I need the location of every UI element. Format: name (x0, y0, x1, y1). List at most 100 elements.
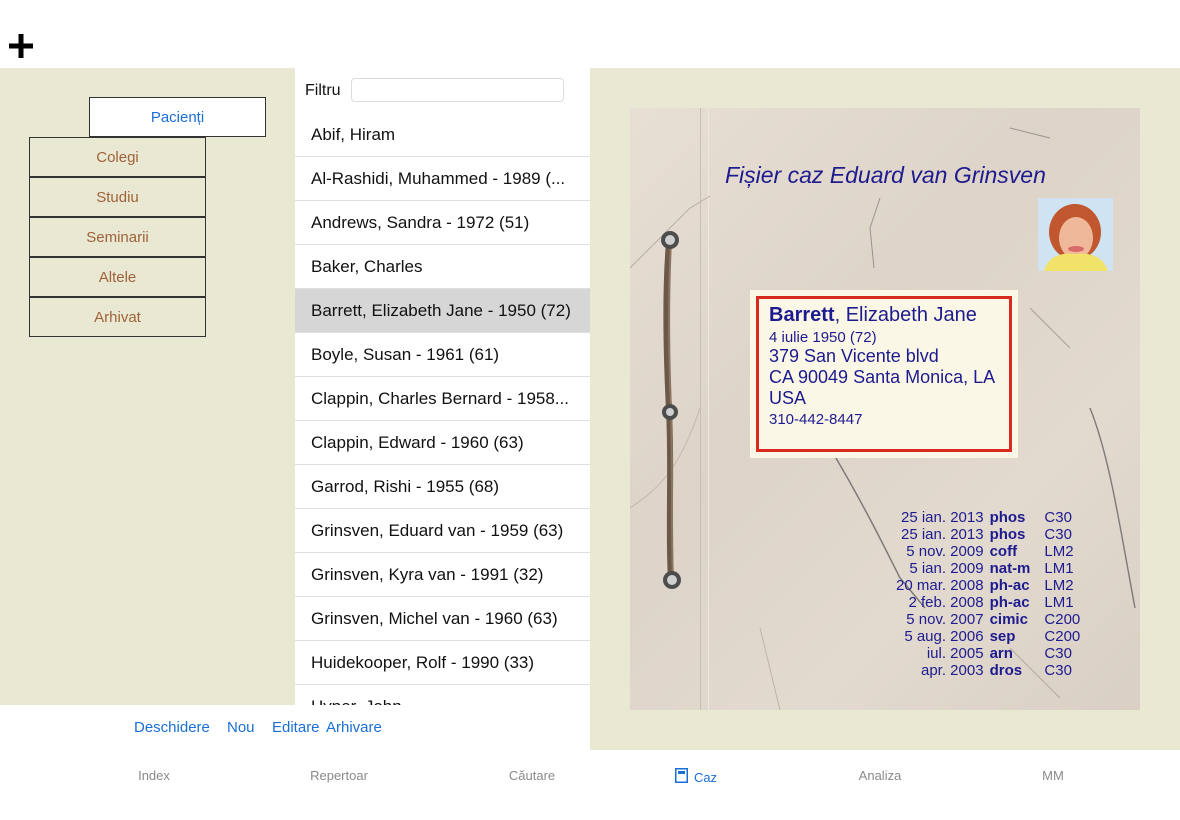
consultation-remedy: phos (989, 526, 1026, 543)
consultation-remedy: nat-m (989, 560, 1031, 577)
tab-analysis[interactable]: Analiza (820, 768, 940, 783)
archive-button[interactable]: Arhivare (326, 719, 382, 736)
tab-repertory-label: Repertoar (310, 768, 368, 783)
tab-colegi[interactable]: Colegi (29, 137, 206, 177)
consultation-remedy: sep (989, 628, 1016, 645)
patient-row[interactable]: Grinsven, Kyra van - 1991 (32) (295, 553, 590, 597)
consultation-row[interactable]: 2 feb. 2008 ph-ac LM1 (896, 594, 1080, 611)
patient-row[interactable]: Baker, Charles (295, 245, 590, 289)
consultation-row[interactable]: 25 ian. 2013 phos C30 (896, 526, 1080, 543)
category-panel: Pacienți Colegi Studiu Seminarii Altele … (0, 68, 295, 705)
tab-repertory[interactable]: Repertoar (279, 768, 399, 783)
consultation-remedy: cimic (989, 611, 1028, 628)
patient-row[interactable]: Huidekooper, Rolf - 1990 (33) (295, 641, 590, 685)
patient-photo[interactable] (1038, 198, 1113, 271)
patient-photo-image (1038, 198, 1113, 271)
patient-address-line: 379 San Vicente blvd (769, 346, 939, 366)
consultation-remedy: coff (989, 543, 1018, 560)
case-file-title: Fișier caz Eduard van Grinsven (725, 162, 1046, 188)
patient-address-line: CA 90049 Santa Monica, LA (769, 367, 996, 387)
patient-row[interactable]: Clappin, Charles Bernard - 1958... (295, 377, 590, 421)
patient-row[interactable]: Abif, Hiram (295, 113, 590, 157)
patient-row[interactable]: Hyper, John (295, 685, 590, 705)
consultation-table: 25 ian. 2013 phos C30 25 ian. 2013 phos C30 5 … (896, 509, 1080, 679)
consultation-remedy: ph-ac (989, 594, 1030, 611)
consultation-row[interactable]: 25 ian. 2013 phos C30 (896, 509, 1080, 526)
consultation-potency: C30 (1044, 662, 1072, 679)
tab-index[interactable]: Index (94, 768, 214, 783)
patient-details: Barrett, Elizabeth Jane 4 iulie 1950 (72… (769, 304, 995, 428)
consultation-remedy: dros (989, 662, 1023, 679)
patient-row[interactable]: Grinsven, Michel van - 1960 (63) (295, 597, 590, 641)
patient-row[interactable]: Clappin, Edward - 1960 (63) (295, 421, 590, 465)
consultation-date: 5 ian. 2009 (909, 560, 984, 577)
consultation-potency: C200 (1044, 611, 1081, 628)
tab-pacienti[interactable]: Pacienți (89, 97, 266, 137)
consultation-row[interactable]: 20 mar. 2008 ph-ac LM2 (896, 577, 1080, 594)
consultation-row[interactable]: 5 aug. 2006 sep C200 (896, 628, 1080, 645)
tab-search[interactable]: Căutare (472, 768, 592, 783)
consultation-date: iul. 2005 (926, 645, 984, 662)
tab-studiu[interactable]: Studiu (29, 177, 206, 217)
patient-given-names: , Elizabeth Jane (834, 304, 977, 326)
consultation-potency: C200 (1044, 628, 1081, 645)
consultation-date: 5 nov. 2009 (906, 543, 984, 560)
new-button[interactable]: Nou (227, 719, 255, 736)
filter-label: Filtru (305, 82, 341, 99)
consultation-potency: C30 (1044, 526, 1072, 543)
tab-mm[interactable]: MM (993, 768, 1113, 783)
patient-row[interactable]: Garrod, Rishi - 1955 (68) (295, 465, 590, 509)
tab-altele[interactable]: Altele (29, 257, 206, 297)
filter-input[interactable] (351, 78, 564, 102)
consultation-potency: C30 (1044, 645, 1072, 662)
patient-phone: 310-442-8447 (769, 411, 863, 428)
tab-mm-label: MM (1042, 768, 1064, 783)
patient-row[interactable]: Barrett, Elizabeth Jane - 1950 (72) (295, 289, 590, 333)
tab-index-label: Index (138, 768, 170, 783)
tab-case[interactable]: Caz (636, 768, 756, 786)
patient-row[interactable]: Grinsven, Eduard van - 1959 (63) (295, 509, 590, 553)
consultation-date: 2 feb. 2008 (908, 594, 984, 611)
patient-row[interactable]: Andrews, Sandra - 1972 (51) (295, 201, 590, 245)
case-area: Fișier caz Eduard van Grinsven Barrett, … (590, 68, 1180, 750)
consultation-remedy: arn (989, 645, 1013, 662)
patient-address-line: USA (769, 388, 807, 408)
consultation-row[interactable]: 5 nov. 2009 coff LM2 (896, 543, 1080, 560)
consultation-date: 5 aug. 2006 (904, 628, 984, 645)
consultation-potency: LM2 (1044, 543, 1074, 560)
consultation-potency: LM1 (1044, 560, 1074, 577)
consultation-remedy: ph-ac (989, 577, 1030, 594)
tab-analysis-label: Analiza (858, 768, 902, 783)
consultation-date: 25 ian. 2013 (900, 509, 984, 526)
consultation-date: 25 ian. 2013 (900, 526, 984, 543)
patient-birth-date: 4 iulie 1950 (72) (769, 329, 877, 346)
binding-string-icon (661, 231, 681, 589)
consultation-row[interactable]: 5 nov. 2007 cimic C200 (896, 611, 1080, 628)
consultation-row[interactable]: apr. 2003 dros C30 (896, 662, 1080, 679)
tab-search-label: Căutare (508, 768, 556, 783)
consultation-potency: C30 (1044, 509, 1072, 526)
consultation-potency: LM1 (1044, 594, 1074, 611)
tab-arhivat[interactable]: Arhivat (29, 297, 206, 337)
patient-label-card[interactable]: Barrett, Elizabeth Jane 4 iulie 1950 (72… (750, 290, 1018, 458)
patient-row[interactable]: Boyle, Susan - 1961 (61) (295, 333, 590, 377)
tab-seminarii[interactable]: Seminarii (29, 217, 206, 257)
edit-button[interactable]: Editare (272, 719, 320, 736)
case-folder: Fișier caz Eduard van Grinsven Barrett, … (630, 108, 1140, 710)
patient-list-panel: Filtru Abif, Hiram Al-Rashidi, Muhammed -… (295, 68, 590, 705)
consultation-date: 5 nov. 2007 (906, 611, 984, 628)
consultation-date: 20 mar. 2008 (896, 577, 984, 594)
tab-case-label: Caz (693, 769, 718, 785)
add-icon[interactable] (6, 31, 36, 61)
patient-surname: Barrett (769, 304, 835, 326)
patient-name: Barrett, Elizabeth Jane (769, 304, 995, 327)
consultation-date: apr. 2003 (921, 662, 984, 679)
consultation-potency: LM2 (1044, 577, 1074, 594)
consultation-remedy: phos (989, 509, 1026, 526)
patient-list: Abif, Hiram Al-Rashidi, Muhammed - 1989 (… (295, 113, 590, 705)
open-button[interactable]: Deschidere (134, 719, 210, 736)
consultation-row[interactable]: iul. 2005 arn C30 (896, 645, 1080, 662)
case-tab-icon (674, 768, 688, 786)
patient-row[interactable]: Al-Rashidi, Muhammed - 1989 (... (295, 157, 590, 201)
consultation-row[interactable]: 5 ian. 2009 nat-m LM1 (896, 560, 1080, 577)
